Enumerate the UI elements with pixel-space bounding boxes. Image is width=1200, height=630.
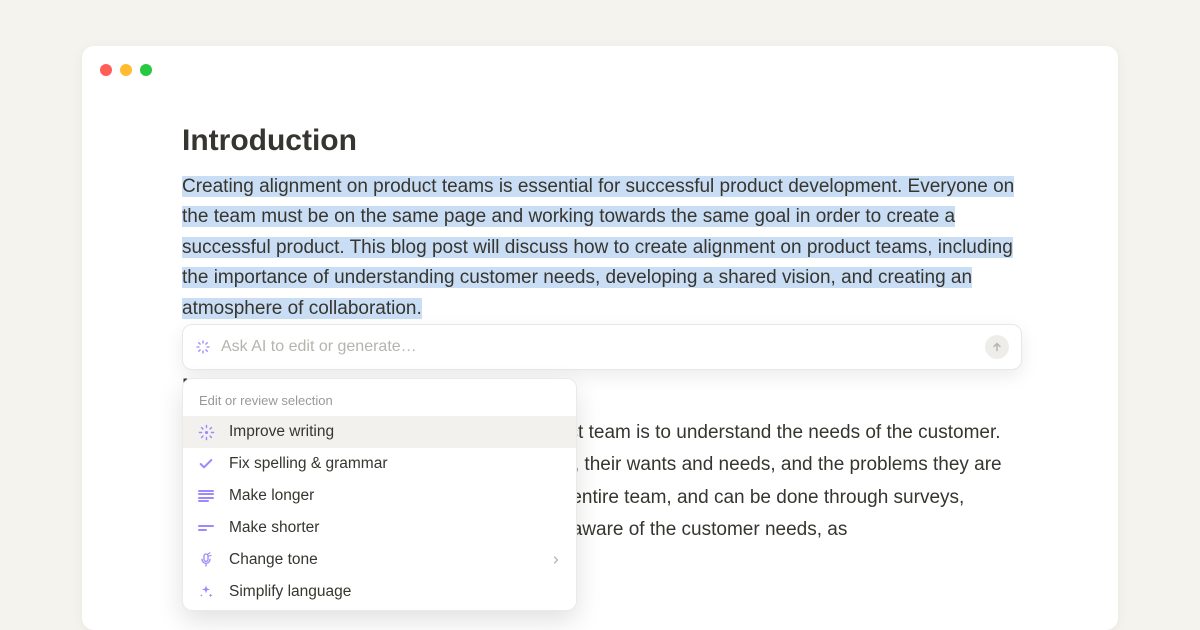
window-close-button[interactable] [100,64,112,76]
send-button[interactable] [985,335,1009,359]
menu-item-make-shorter[interactable]: Make shorter [183,512,576,544]
magic-wand-icon [197,423,215,441]
window-zoom-button[interactable] [140,64,152,76]
menu-item-label: Improve writing [229,423,334,441]
ai-prompt-bar[interactable] [182,324,1022,370]
ai-actions-menu: Edit or review selection Improve writing… [182,378,577,611]
menu-section-label: Edit or review selection [183,385,576,416]
sparkle-icon [195,339,211,355]
microphone-icon [197,551,215,569]
menu-item-label: Fix spelling & grammar [229,455,388,473]
menu-item-label: Change tone [229,551,318,569]
heading-introduction: Introduction [182,124,1022,158]
chevron-right-icon [550,554,562,566]
arrow-up-icon [991,341,1003,353]
lines-short-icon [197,519,215,537]
selected-text[interactable]: Creating alignment on product teams is e… [182,176,1014,319]
paragraph-intro[interactable]: Creating alignment on product teams is e… [182,172,1022,324]
menu-item-simplify-language[interactable]: Simplify language [183,576,576,608]
app-window: Introduction Creating alignment on produ… [82,46,1118,630]
sparkle-icon [197,583,215,601]
menu-item-fix-spelling[interactable]: Fix spelling & grammar [183,448,576,480]
ai-prompt-input[interactable] [221,338,975,356]
menu-item-improve-writing[interactable]: Improve writing [183,416,576,448]
menu-item-label: Simplify language [229,583,351,601]
menu-item-label: Make shorter [229,519,319,537]
menu-item-change-tone[interactable]: Change tone [183,544,576,576]
menu-item-make-longer[interactable]: Make longer [183,480,576,512]
window-traffic-lights [100,64,152,76]
window-minimize-button[interactable] [120,64,132,76]
menu-item-label: Make longer [229,487,314,505]
check-icon [197,455,215,473]
lines-long-icon [197,487,215,505]
